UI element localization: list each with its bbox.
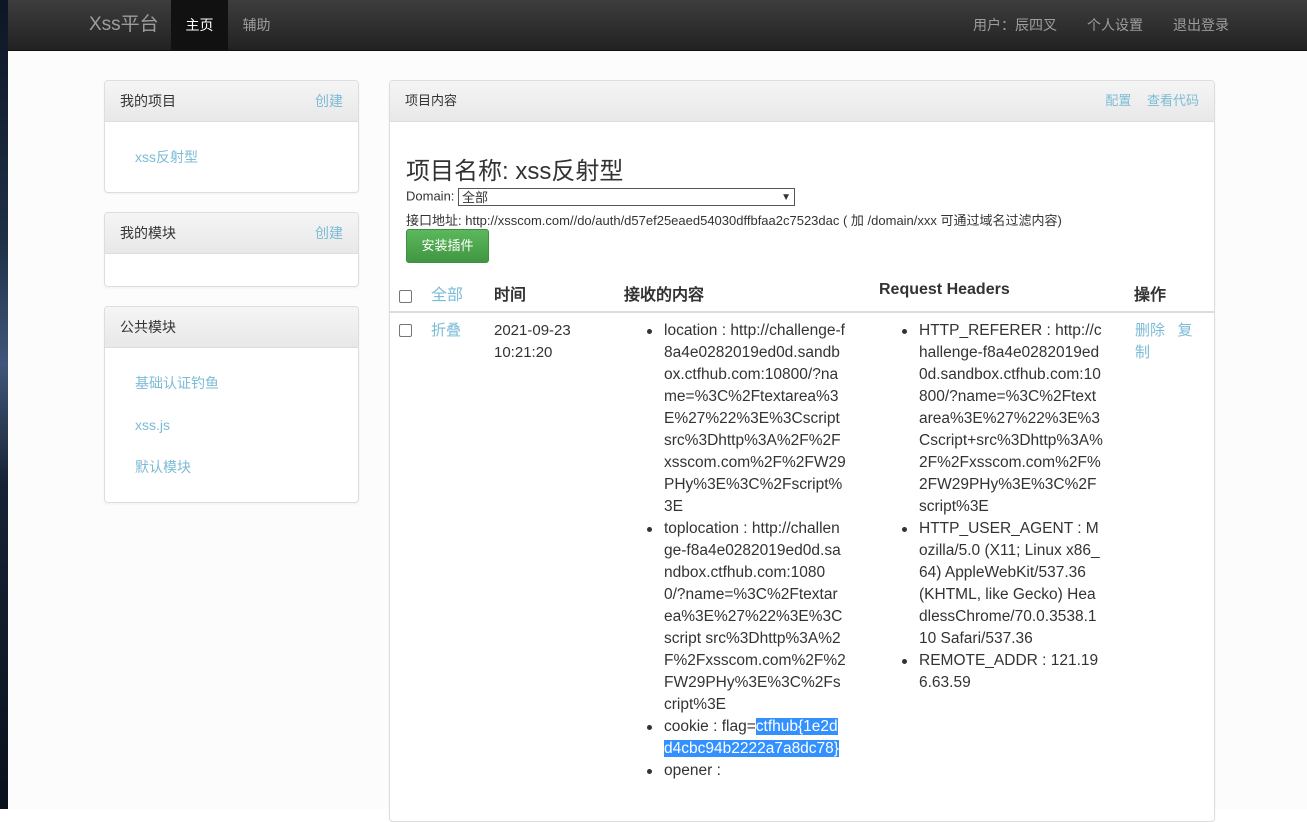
- project-content-heading: 项目内容 配置 查看代码: [390, 81, 1214, 122]
- install-plugin-button[interactable]: 安装插件: [406, 229, 489, 263]
- config-link[interactable]: 配置: [1105, 93, 1131, 108]
- project-content-panel: 项目内容 配置 查看代码 项目名称: xss反射型 Domain: 全部 ▼ 接…: [389, 80, 1215, 822]
- fold-link[interactable]: 折叠: [431, 320, 461, 342]
- my-projects-panel: 我的项目 创建 xss反射型: [104, 80, 359, 193]
- received-content-list: location : http://challenge-f8a4e0282019…: [647, 320, 846, 782]
- domain-select[interactable]: 全部 ▼: [458, 188, 796, 206]
- create-project-link[interactable]: 创建: [315, 81, 343, 121]
- row-time: 2021-09-23 10:21:20: [494, 322, 571, 361]
- content-cookie: cookie : flag=ctfhub{1e2dd4cbc94b2222a7a…: [647, 716, 846, 760]
- request-headers-list: HTTP_REFERER : http://challenge-f8a4e028…: [902, 320, 1103, 694]
- col-content: 接收的内容: [624, 287, 705, 304]
- row-ops: 删除 复制: [1135, 320, 1205, 364]
- select-all-link[interactable]: 全部: [431, 281, 463, 305]
- desktop-edge: [0, 0, 8, 809]
- brand-logo[interactable]: Xss平台: [89, 0, 159, 50]
- nav-aux[interactable]: 辅助: [229, 0, 284, 50]
- header-referer: HTTP_REFERER : http://challenge-f8a4e028…: [902, 320, 1103, 518]
- public-modules-panel: 公共模块 基础认证钓鱼 xss.js 默认模块: [104, 306, 359, 503]
- my-modules-panel: 我的模块 创建: [104, 212, 359, 287]
- module-link-basic-auth[interactable]: 基础认证钓鱼: [135, 362, 358, 404]
- top-navbar: Xss平台 主页 辅助 用户：辰四叉 个人设置 退出登录: [8, 0, 1307, 51]
- my-modules-heading: 我的模块 创建: [105, 213, 358, 254]
- public-modules-heading: 公共模块: [105, 307, 358, 348]
- header-remote-addr: REMOTE_ADDR : 121.196.63.59: [902, 650, 1103, 694]
- select-all-checkbox[interactable]: [399, 290, 412, 303]
- domain-label: Domain:: [406, 188, 455, 204]
- col-time: 时间: [494, 287, 527, 304]
- content-opener: opener :: [647, 760, 846, 782]
- content-toplocation: toplocation : http://challenge-f8a4e0282…: [647, 518, 846, 716]
- my-projects-title: 我的项目: [120, 93, 176, 109]
- create-module-link[interactable]: 创建: [315, 213, 343, 253]
- header-user-agent: HTTP_USER_AGENT : Mozilla/5.0 (X11; Linu…: [902, 518, 1103, 650]
- content-location: location : http://challenge-f8a4e0282019…: [647, 320, 846, 518]
- module-link-default[interactable]: 默认模块: [135, 446, 358, 488]
- my-modules-title: 我的模块: [120, 225, 176, 241]
- nav-settings[interactable]: 个人设置: [1087, 0, 1143, 50]
- module-link-xss-js[interactable]: xss.js: [135, 404, 358, 446]
- cookie-prefix: cookie : flag=: [664, 718, 756, 735]
- chevron-down-icon: ▼: [781, 192, 792, 203]
- domain-row: Domain: 全部 ▼: [406, 188, 796, 206]
- domain-select-value: 全部: [462, 190, 489, 205]
- my-projects-heading: 我的项目 创建: [105, 81, 358, 122]
- row-checkbox[interactable]: [399, 324, 412, 337]
- view-code-link[interactable]: 查看代码: [1147, 93, 1199, 108]
- nav-logout[interactable]: 退出登录: [1173, 0, 1229, 50]
- table-divider: [390, 311, 1214, 313]
- col-request-headers: Request Headers: [879, 281, 1010, 298]
- col-ops: 操作: [1134, 287, 1167, 304]
- delete-link[interactable]: 删除: [1135, 322, 1165, 339]
- nav-home[interactable]: 主页: [171, 0, 228, 50]
- nav-user[interactable]: 用户：辰四叉: [973, 0, 1057, 50]
- project-title: 项目名称: xss反射型: [406, 158, 624, 185]
- api-address: 接口地址: http://xsscom.com//do/auth/d57ef25…: [406, 213, 1062, 228]
- public-modules-title: 公共模块: [120, 319, 176, 335]
- project-content-title: 项目内容: [405, 93, 458, 108]
- project-link[interactable]: xss反射型: [135, 136, 358, 178]
